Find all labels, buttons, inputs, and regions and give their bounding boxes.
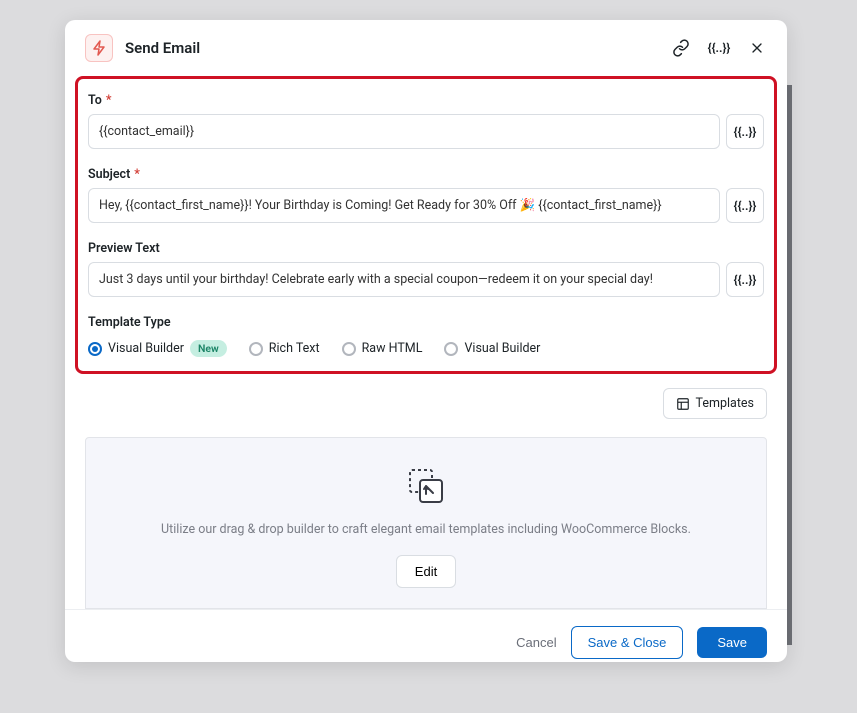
close-icon[interactable] — [747, 38, 767, 58]
to-label: To * — [88, 93, 764, 108]
radio-icon — [342, 342, 356, 356]
template-type-options: Visual Builder New Rich Text Raw HTML Vi… — [88, 340, 764, 357]
to-input[interactable] — [88, 114, 720, 149]
save-button[interactable]: Save — [697, 627, 767, 658]
template-type-label: Template Type — [88, 315, 764, 330]
send-email-modal: Send Email {{..}} To * {{..}} Subject — [65, 20, 787, 662]
radio-label: Raw HTML — [362, 341, 423, 356]
templates-button-label: Templates — [696, 396, 754, 411]
subject-label: Subject * — [88, 167, 764, 182]
to-required: * — [106, 93, 112, 108]
radio-raw-html[interactable]: Raw HTML — [342, 341, 423, 356]
subject-label-text: Subject — [88, 167, 130, 182]
templates-area: Templates Utilize our drag & drop builde… — [65, 374, 787, 609]
link-icon[interactable] — [671, 38, 691, 58]
template-type-label-text: Template Type — [88, 315, 171, 330]
new-badge: New — [190, 340, 227, 357]
builder-icon — [106, 468, 746, 508]
radio-label: Rich Text — [269, 341, 320, 356]
radio-rich-text[interactable]: Rich Text — [249, 341, 320, 356]
subject-required: * — [134, 167, 140, 182]
subject-field-group: Subject * {{..}} — [88, 167, 764, 223]
header-actions: {{..}} — [671, 38, 767, 58]
radio-label: Visual Builder — [108, 341, 184, 356]
radio-label: Visual Builder — [464, 341, 540, 356]
merge-tag-header-icon[interactable]: {{..}} — [709, 38, 729, 58]
modal-title: Send Email — [125, 39, 659, 57]
edit-button[interactable]: Edit — [396, 555, 456, 588]
radio-visual-builder[interactable]: Visual Builder — [444, 341, 540, 356]
preview-label-text: Preview Text — [88, 241, 160, 256]
modal-footer: Cancel Save & Close Save — [65, 609, 787, 662]
highlighted-fields-box: To * {{..}} Subject * {{..}} Preview Tex… — [75, 76, 777, 374]
preview-label: Preview Text — [88, 241, 764, 256]
preview-field-group: Preview Text {{..}} — [88, 241, 764, 297]
save-close-button[interactable]: Save & Close — [571, 626, 684, 659]
to-field-group: To * {{..}} — [88, 93, 764, 149]
radio-icon — [444, 342, 458, 356]
builder-description: Utilize our drag & drop builder to craft… — [106, 522, 746, 537]
background-sidebar-strip — [787, 85, 792, 645]
preview-input[interactable] — [88, 262, 720, 297]
template-type-group: Template Type Visual Builder New Rich Te… — [88, 315, 764, 357]
templates-icon — [676, 397, 690, 411]
cancel-button[interactable]: Cancel — [516, 635, 556, 650]
radio-icon — [88, 342, 102, 356]
templates-button[interactable]: Templates — [663, 388, 767, 419]
subject-input[interactable] — [88, 188, 720, 223]
to-merge-tag-button[interactable]: {{..}} — [726, 114, 764, 149]
radio-visual-builder-new[interactable]: Visual Builder New — [88, 340, 227, 357]
modal-header: Send Email {{..}} — [65, 20, 787, 76]
subject-merge-tag-button[interactable]: {{..}} — [726, 188, 764, 223]
radio-icon — [249, 342, 263, 356]
to-label-text: To — [88, 93, 102, 108]
lightning-icon — [85, 34, 113, 62]
preview-merge-tag-button[interactable]: {{..}} — [726, 262, 764, 297]
builder-panel: Utilize our drag & drop builder to craft… — [85, 437, 767, 609]
